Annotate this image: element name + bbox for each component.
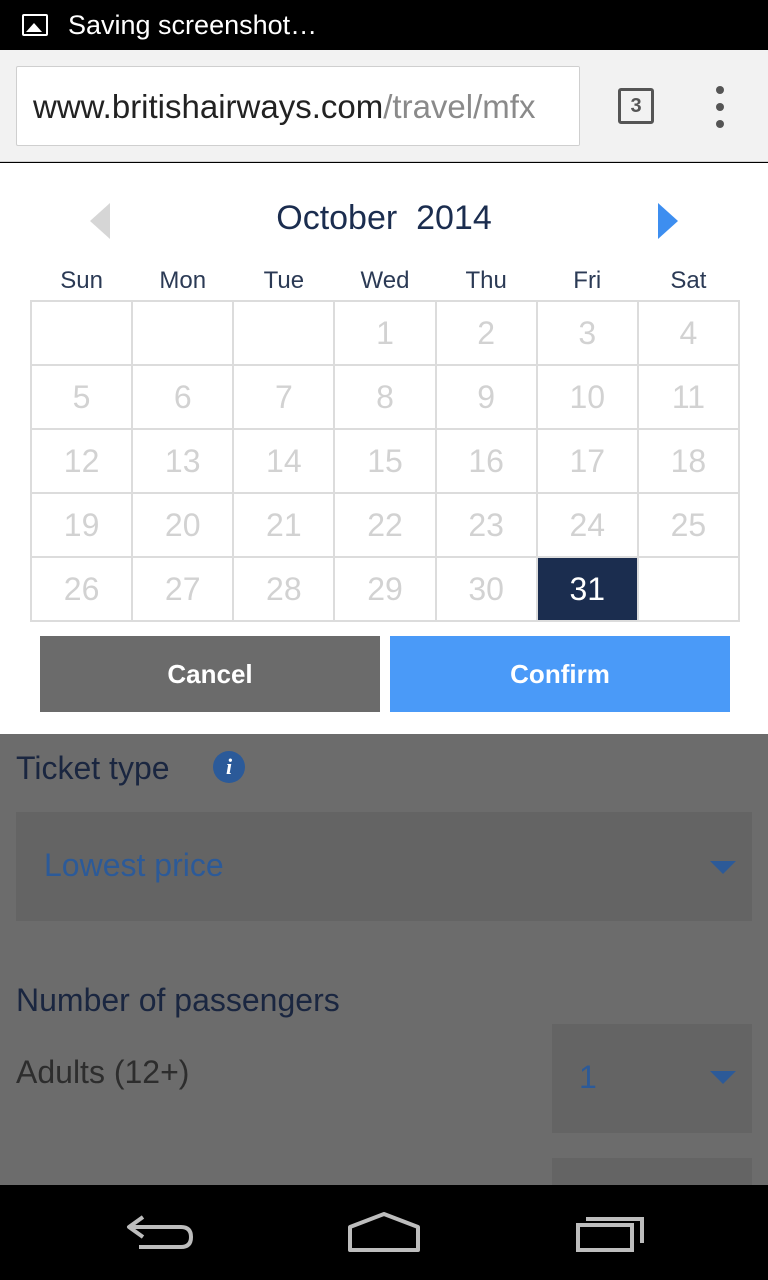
- status-bar: Saving screenshot…: [0, 0, 768, 50]
- selected-day-cell[interactable]: 31: [537, 558, 639, 622]
- ticket-type-label: Ticket type: [16, 750, 170, 786]
- url-path: /travel/mfx: [383, 88, 536, 125]
- web-page: October 2014 Sun Mon Tue Wed Thu Fri Sat 12345…: [0, 163, 768, 1185]
- day-cell[interactable]: 28: [234, 558, 336, 622]
- previous-month-icon[interactable]: [90, 203, 110, 239]
- ticket-type-value: Lowest price: [44, 847, 224, 883]
- day-cell[interactable]: 1: [335, 302, 437, 366]
- weekday-label: Thu: [465, 267, 507, 294]
- day-cell[interactable]: 12: [32, 430, 134, 494]
- date-picker: October 2014 Sun Mon Tue Wed Thu Fri Sat 12345…: [0, 163, 768, 734]
- ticket-type-select[interactable]: Lowest price: [16, 812, 752, 921]
- browser-toolbar: www.britishairways.com/travel/mfx 3: [0, 50, 768, 162]
- weekday-label: Tue: [263, 267, 305, 294]
- day-cell[interactable]: 25: [638, 494, 740, 558]
- empty-day-cell: [133, 302, 235, 366]
- day-cell[interactable]: 26: [32, 558, 134, 622]
- empty-day-cell: [234, 302, 336, 366]
- passenger-select[interactable]: [552, 1158, 752, 1185]
- day-cell[interactable]: 29: [335, 558, 437, 622]
- image-icon: [22, 14, 48, 36]
- day-cell[interactable]: 22: [335, 494, 437, 558]
- day-cell[interactable]: 21: [234, 494, 336, 558]
- adults-value: 1: [579, 1059, 597, 1095]
- url-bar[interactable]: www.britishairways.com/travel/mfx: [16, 66, 580, 146]
- calendar-grid: 1 2 3 4 5 6 7 8 9 10 11 12 13 14 15 16 17 18 19 20 21 22 23 24 2…: [30, 300, 740, 622]
- back-icon[interactable]: [115, 1205, 205, 1260]
- day-cell[interactable]: 16: [436, 430, 538, 494]
- day-cell[interactable]: 30: [436, 558, 538, 622]
- day-cell[interactable]: 17: [537, 430, 639, 494]
- day-cell[interactable]: 13: [133, 430, 235, 494]
- weekday-label: Fri: [573, 267, 602, 294]
- weekday-label: Sat: [670, 267, 707, 294]
- day-cell[interactable]: 10: [537, 366, 639, 430]
- day-cell[interactable]: 15: [335, 430, 437, 494]
- day-cell[interactable]: 4: [638, 302, 740, 366]
- dimmed-form-overlay[interactable]: Ticket type i Lowest price Number of pas…: [0, 734, 768, 1185]
- day-cell[interactable]: 2: [436, 302, 538, 366]
- url-fade: [539, 67, 579, 145]
- day-cell[interactable]: 11: [638, 366, 740, 430]
- day-cell[interactable]: 24: [537, 494, 639, 558]
- day-cell[interactable]: 14: [234, 430, 336, 494]
- cancel-button[interactable]: Cancel: [40, 636, 380, 712]
- day-cell[interactable]: 9: [436, 366, 538, 430]
- confirm-button[interactable]: Confirm: [390, 636, 730, 712]
- navigation-bar: [0, 1185, 768, 1280]
- recent-apps-icon[interactable]: [566, 1205, 656, 1260]
- chevron-down-icon: [710, 1071, 736, 1084]
- adults-label: Adults (12+): [16, 1054, 190, 1090]
- day-cell[interactable]: 6: [133, 366, 235, 430]
- weekday-label: Mon: [159, 267, 207, 294]
- day-cell[interactable]: 3: [537, 302, 639, 366]
- overflow-menu-icon[interactable]: [708, 86, 732, 128]
- passengers-label: Number of passengers: [16, 982, 340, 1018]
- next-month-icon[interactable]: [658, 203, 678, 239]
- day-cell[interactable]: 18: [638, 430, 740, 494]
- weekday-label: Wed: [360, 267, 410, 294]
- day-cell[interactable]: 27: [133, 558, 235, 622]
- day-cell[interactable]: 7: [234, 366, 336, 430]
- day-cell[interactable]: 20: [133, 494, 235, 558]
- chevron-down-icon: [710, 861, 736, 874]
- adults-select[interactable]: 1: [552, 1024, 752, 1133]
- info-icon[interactable]: i: [213, 751, 245, 783]
- weekday-header: Sun Mon Tue Wed Thu Fri Sat: [31, 267, 739, 295]
- home-icon[interactable]: [339, 1205, 429, 1260]
- day-cell[interactable]: 19: [32, 494, 134, 558]
- tab-switcher-button[interactable]: 3: [618, 88, 654, 124]
- day-cell[interactable]: 23: [436, 494, 538, 558]
- empty-day-cell: [32, 302, 134, 366]
- day-cell[interactable]: 5: [32, 366, 134, 430]
- empty-day-cell: [638, 558, 740, 622]
- status-text: Saving screenshot…: [68, 9, 318, 40]
- calendar-month-title: October 2014: [276, 199, 492, 237]
- weekday-label: Sun: [60, 267, 103, 294]
- url-domain: www.britishairways.com: [33, 88, 384, 125]
- day-cell[interactable]: 8: [335, 366, 437, 430]
